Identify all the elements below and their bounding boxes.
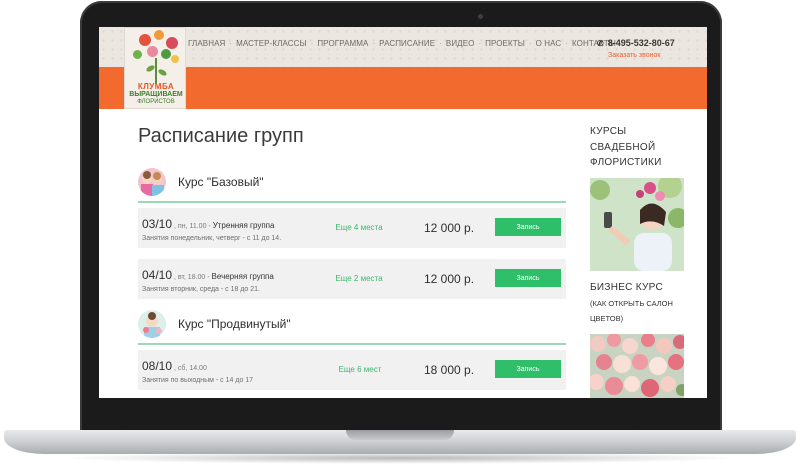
promo-business-block[interactable]: БИЗНЕС КУРС (КАК ОТКРЫТЬ САЛОН ЦВЕТОВ)	[590, 280, 700, 327]
session-price: 12 000 р.	[424, 272, 475, 286]
session-date: 04/10	[142, 268, 173, 282]
session-price: 18 000 р.	[424, 363, 475, 377]
header-accent-band	[99, 67, 707, 109]
nav-item-video[interactable]: ВИДЕО	[446, 39, 475, 48]
promo-business-subtitle: (КАК ОТКРЫТЬ САЛОН ЦВЕТОВ)	[590, 298, 673, 324]
nav-separator: ·	[439, 39, 442, 48]
signup-button[interactable]: Запись	[495, 218, 561, 236]
promo-business-image[interactable]	[590, 334, 684, 398]
seats-left: Еще 6 мест	[338, 365, 382, 374]
session-date: 08/10	[142, 359, 173, 373]
session-group: Вечерняя группа	[211, 272, 274, 281]
camera-icon	[478, 14, 483, 19]
session-group: Утренняя группа	[212, 221, 275, 230]
phone-number[interactable]: ✆ 8-495-532-80-67	[597, 38, 675, 48]
logo-text: КЛУМБА	[137, 82, 175, 91]
callback-link[interactable]: Заказать звонок	[608, 52, 660, 59]
nav-item-home[interactable]: ГЛАВНАЯ	[188, 39, 225, 48]
nav-separator: ·	[565, 39, 568, 48]
promo-wedding-title[interactable]: КУРСЫ СВАДЕБНОЙ ФЛОРИСТИКИ	[590, 124, 690, 171]
course-title: Курс "Продвинутый"	[178, 317, 291, 331]
nav-separator: ·	[528, 39, 532, 48]
session-day-time: , вт, 18.00 -	[174, 274, 212, 281]
session-day-time: , сб, 14.00	[174, 365, 207, 372]
site-logo[interactable]: КЛУМБА ВЫРАЩИВАЕМ ФЛОРИСТОВ	[124, 27, 186, 109]
nav-separator: ·	[310, 39, 314, 48]
nav-item-program[interactable]: ПРОГРАММА	[317, 39, 368, 48]
schedule-row: 08/10, сб, 14.00 Занятия по выходным - с…	[138, 350, 566, 390]
session-details: Занятия по выходным - с 14 до 17	[142, 377, 254, 384]
nav-separator: ·	[478, 39, 482, 48]
session-details: Занятия вторник, среда - с 18 до 21.	[142, 286, 260, 293]
course-header: Курс "Базовый"	[138, 168, 264, 196]
course-avatar	[138, 168, 166, 196]
nav-item-projects[interactable]: ПРОЕКТЫ	[485, 39, 525, 48]
nav-item-schedule[interactable]: РАСПИСАНИЕ	[379, 39, 435, 48]
course-title: Курс "Базовый"	[178, 175, 264, 189]
schedule-row: 04/10, вт, 18.00 - Вечерняя группа Занят…	[138, 259, 566, 299]
logo-text: ФЛОРИСТОВ	[137, 99, 175, 105]
phone-icon: ✆	[597, 38, 604, 48]
session-date: 03/10	[142, 217, 173, 231]
nav-item-about[interactable]: О НАС	[536, 39, 562, 48]
logo-text: ВЫРАЩИВАЕМ	[129, 91, 183, 98]
nav-item-masterclasses[interactable]: МАСТЕР-КЛАССЫ	[236, 39, 307, 48]
nav-separator: ·	[372, 39, 376, 48]
course-divider	[138, 201, 566, 203]
promo-wedding-image[interactable]	[590, 178, 684, 271]
course-header: Курс "Продвинутый"	[138, 310, 291, 338]
seats-left: Еще 2 места	[335, 274, 383, 283]
session-day-time: , пн, 11.00 -	[174, 223, 213, 230]
page-title: Расписание групп	[138, 125, 304, 147]
schedule-row: 03/10, пн, 11.00 - Утренняя группа Занят…	[138, 208, 566, 248]
signup-button[interactable]: Запись	[495, 360, 561, 378]
browser-viewport: КЛУМБА ВЫРАЩИВАЕМ ФЛОРИСТОВ ГЛАВНАЯ · МА…	[99, 27, 707, 398]
course-divider	[138, 343, 566, 345]
phone-text: 8-495-532-80-67	[607, 38, 675, 48]
course-avatar	[138, 310, 166, 338]
signup-button[interactable]: Запись	[495, 269, 561, 287]
session-price: 12 000 р.	[424, 221, 475, 235]
main-nav: ГЛАВНАЯ · МАСТЕР-КЛАССЫ · ПРОГРАММА · РА…	[188, 39, 616, 48]
session-details: Занятия понедельник, четверг - с 11 до 1…	[142, 235, 282, 242]
laptop-notch	[346, 430, 454, 440]
seats-left: Еще 4 места	[335, 223, 383, 232]
promo-business-title: БИЗНЕС КУРС	[590, 282, 664, 293]
nav-separator: ·	[229, 39, 233, 48]
